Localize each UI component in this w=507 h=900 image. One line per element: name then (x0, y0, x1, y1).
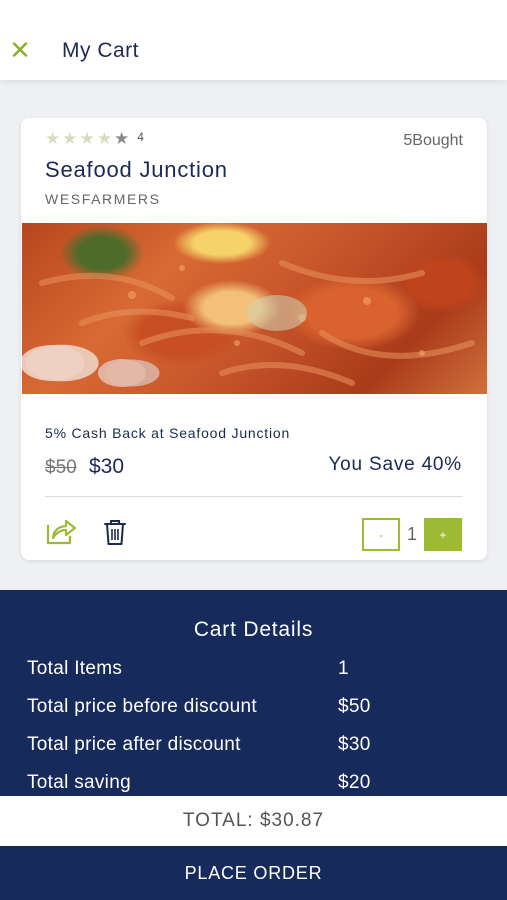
original-price: $50 (45, 457, 77, 478)
cart-item-card: ★ ★ ★ ★ ★ 4 5Bought Seafood Junction WES… (21, 118, 487, 560)
item-brand: WESFARMERS (45, 191, 161, 207)
order-total: TOTAL: $30.87 (0, 796, 507, 846)
trash-icon[interactable] (103, 518, 127, 546)
discount-price: $30 (89, 455, 125, 478)
app-header: ✕ My Cart (0, 0, 507, 80)
bought-count: 5Bought (403, 132, 463, 149)
detail-label: Total price after discount (27, 734, 241, 755)
seafood-photo (22, 223, 487, 394)
quantity-stepper: - 1 + (362, 518, 462, 551)
star-icon: ★ (62, 129, 78, 148)
rating-count: 4 (137, 129, 144, 144)
star-icon: ★ (96, 129, 112, 148)
star-icon: ★ (45, 129, 61, 148)
item-name: Seafood Junction (45, 157, 228, 182)
page-title: My Cart (62, 39, 139, 62)
detail-label: Total price before discount (27, 696, 257, 717)
divider (45, 496, 463, 497)
decrease-quantity-button[interactable]: - (362, 518, 400, 551)
rating-stars: ★ ★ ★ ★ ★ 4 (45, 129, 144, 148)
detail-value: 1 (338, 658, 349, 679)
savings-text: You Save 40% (328, 454, 462, 475)
detail-value: $50 (338, 696, 371, 717)
star-icon: ★ (114, 129, 130, 148)
cashback-text: 5% Cash Back at Seafood Junction (45, 425, 291, 441)
detail-label: Total Items (27, 658, 123, 679)
quantity-value: 1 (406, 524, 417, 544)
seafood-photo-detail (22, 260, 475, 387)
detail-value: $20 (338, 772, 371, 793)
cart-details-panel: Cart Details Total Items 1 Total price b… (0, 590, 507, 796)
cart-details-title: Cart Details (193, 618, 314, 641)
close-icon[interactable]: ✕ (8, 37, 32, 63)
place-order-button[interactable]: PLACE ORDER (0, 846, 507, 900)
increase-quantity-button[interactable]: + (424, 518, 462, 551)
detail-value: $30 (338, 734, 371, 755)
detail-label: Total saving (27, 772, 131, 793)
share-icon[interactable] (45, 516, 77, 546)
star-icon: ★ (79, 129, 95, 148)
